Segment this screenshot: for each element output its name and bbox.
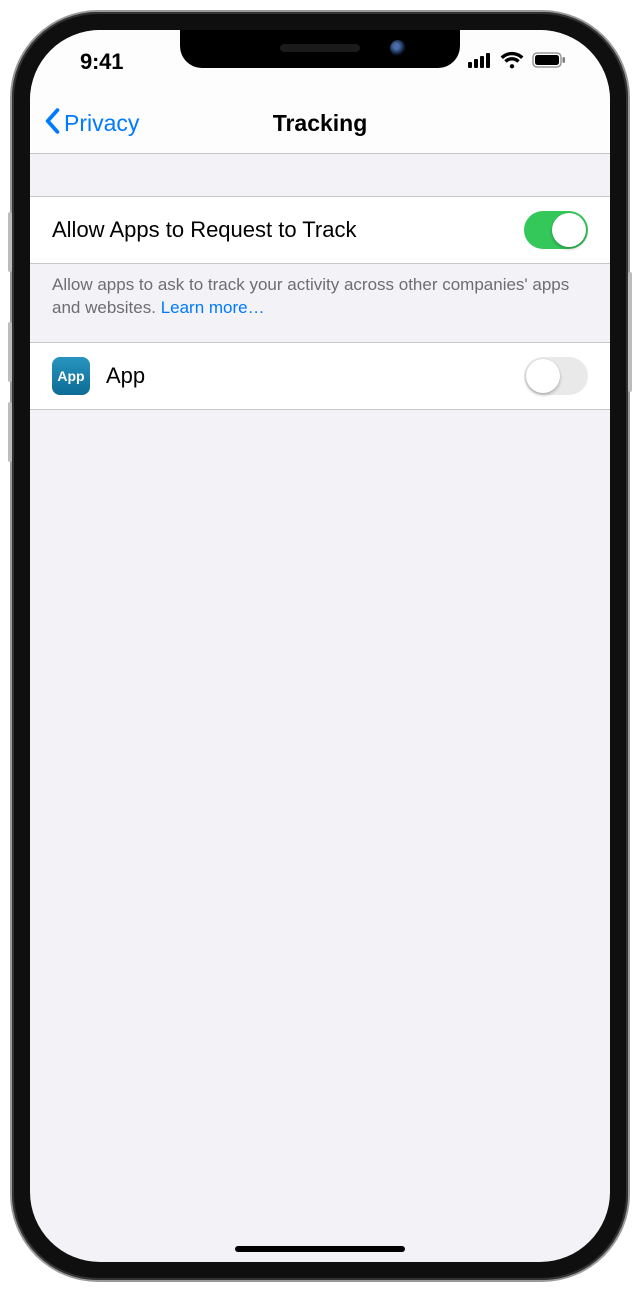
- app-name-label: App: [106, 363, 508, 389]
- allow-tracking-switch[interactable]: [524, 211, 588, 249]
- section-footer: Allow apps to ask to track your activity…: [30, 264, 610, 342]
- app-tracking-switch[interactable]: [524, 357, 588, 395]
- screen: 9:41 Privacy Tracking: [30, 30, 610, 1262]
- notch: [180, 30, 460, 68]
- footer-text: Allow apps to ask to track your activity…: [52, 275, 569, 317]
- back-label: Privacy: [64, 110, 139, 137]
- home-indicator[interactable]: [235, 1246, 405, 1252]
- nav-bar: Privacy Tracking: [30, 94, 610, 154]
- back-button[interactable]: Privacy: [44, 94, 139, 153]
- status-time: 9:41: [80, 49, 123, 75]
- battery-icon: [532, 52, 566, 73]
- chevron-left-icon: [44, 108, 60, 140]
- allow-tracking-row: Allow Apps to Request to Track: [30, 196, 610, 264]
- app-icon: App: [52, 357, 90, 395]
- content: Allow Apps to Request to Track Allow app…: [30, 154, 610, 1262]
- wifi-icon: [500, 51, 524, 74]
- cellular-icon: [468, 52, 492, 73]
- learn-more-link[interactable]: Learn more…: [161, 298, 265, 317]
- app-row: App App: [30, 342, 610, 410]
- page-title: Tracking: [273, 110, 368, 137]
- phone-frame: 9:41 Privacy Tracking: [12, 12, 628, 1280]
- allow-tracking-label: Allow Apps to Request to Track: [52, 217, 508, 243]
